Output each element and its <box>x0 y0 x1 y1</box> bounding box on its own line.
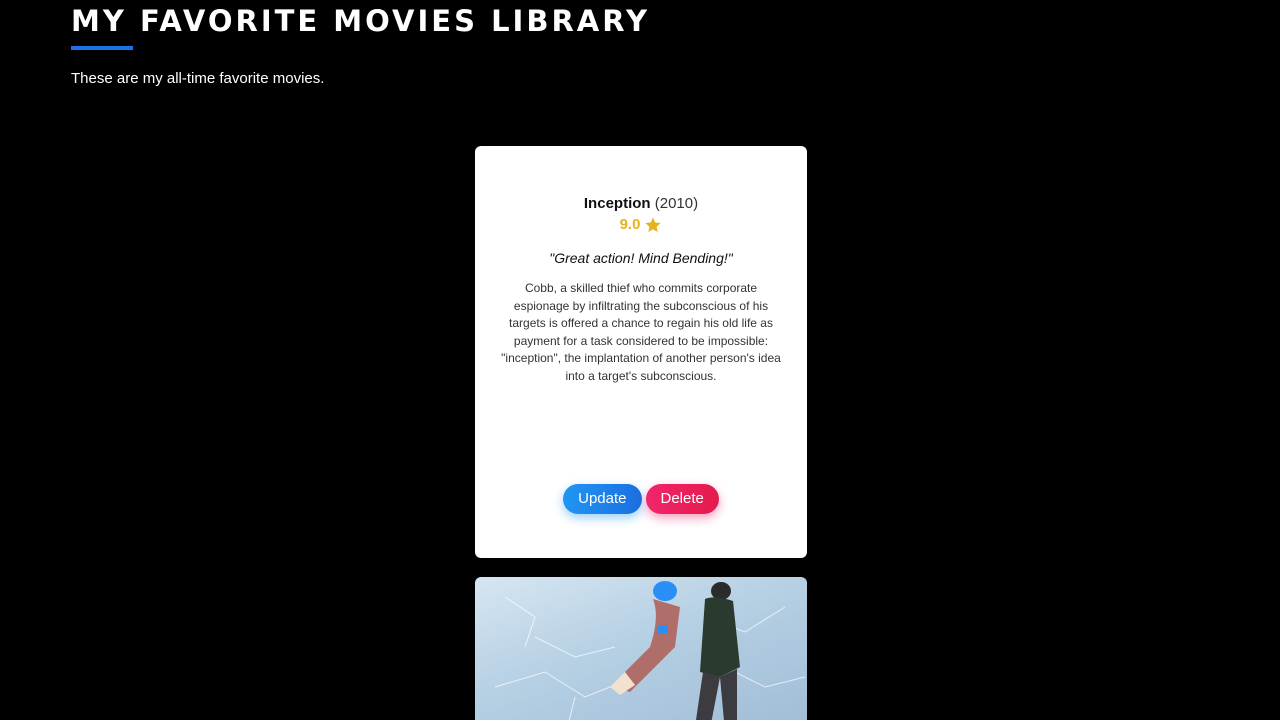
delete-button[interactable]: Delete <box>645 484 719 514</box>
card-actions: Update Delete <box>475 484 807 514</box>
star-icon <box>644 216 662 234</box>
page-title: MY FAVORITE MOVIES LIBRARY <box>71 4 650 38</box>
update-button[interactable]: Update <box>563 484 642 514</box>
movie-poster-card[interactable] <box>475 577 807 720</box>
page-header: MY FAVORITE MOVIES LIBRARY These are my … <box>71 2 650 88</box>
movie-heading: Inception (2010) <box>475 194 807 214</box>
rating-value: 9.0 <box>619 216 641 233</box>
title-underline <box>71 46 133 50</box>
movie-card: Inception (2010) 9.0 "Great action! Mind… <box>475 146 807 558</box>
movie-description: Cobb, a skilled thief who commits corpor… <box>501 281 781 383</box>
page-subtitle: These are my all-time favorite movies. <box>71 70 325 87</box>
movie-title: Inception <box>583 195 651 212</box>
movie-quote: "Great action! Mind Bending!" <box>549 250 733 266</box>
movie-rating: 9.0 <box>475 216 807 234</box>
movie-poster-image <box>494 581 806 720</box>
page: MY FAVORITE MOVIES LIBRARY These are my … <box>0 0 1280 720</box>
movie-year: (2010) <box>654 195 699 212</box>
